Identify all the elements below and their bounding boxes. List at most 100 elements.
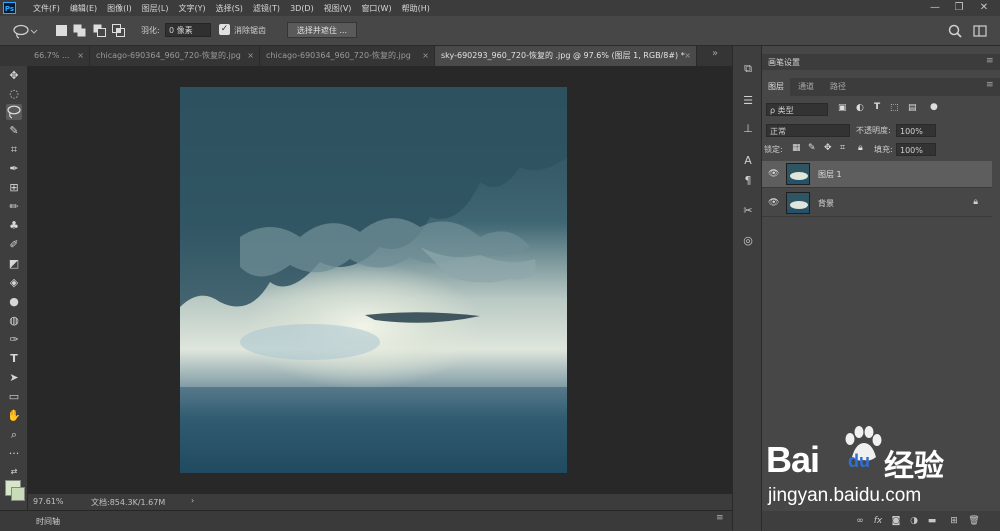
layer-row[interactable]: 👁︎ 背景 🔒︎ [762, 190, 992, 217]
type-tool-icon[interactable]: T [6, 351, 22, 367]
gradient-tool-icon[interactable]: ◈ [6, 275, 22, 291]
menu-layer[interactable]: 图层(L) [142, 3, 169, 14]
close-icon[interactable]: × [247, 46, 254, 66]
close-icon[interactable]: × [77, 46, 84, 66]
blur-tool-icon[interactable]: ● [6, 294, 22, 310]
opacity-input[interactable]: 100% [896, 124, 936, 137]
menu-view[interactable]: 视图(V) [324, 3, 352, 14]
antialias-checkbox[interactable]: ✓ [219, 24, 230, 35]
menu-image[interactable]: 图像(I) [107, 3, 132, 14]
eraser-tool-icon[interactable]: ◩ [6, 256, 22, 272]
move-tool-icon[interactable]: ✥ [6, 68, 22, 84]
filter-smart-icon[interactable]: ▤ [908, 103, 917, 113]
group-icon[interactable]: ▬ [926, 515, 938, 527]
workspace-icon[interactable] [973, 24, 987, 38]
menu-file[interactable]: 文件(F) [33, 3, 60, 14]
healing-brush-tool-icon[interactable]: ⊞ [6, 180, 22, 196]
filter-adjust-icon[interactable]: ◐ [856, 103, 864, 113]
tabs-overflow-icon[interactable]: » [712, 48, 718, 59]
clone-source-icon[interactable]: ⊥ [739, 120, 757, 138]
layer-row[interactable]: 👁︎ 图层 1 [762, 161, 992, 188]
clone-stamp-tool-icon[interactable]: ♣ [6, 218, 22, 234]
visibility-eye-icon[interactable]: 👁︎ [768, 198, 779, 208]
menu-edit[interactable]: 编辑(E) [70, 3, 97, 14]
feather-input[interactable]: 0 像素 [165, 23, 211, 37]
menu-select[interactable]: 选择(S) [216, 3, 243, 14]
close-icon[interactable]: × [684, 46, 691, 66]
close-icon[interactable]: × [422, 46, 429, 66]
fill-input[interactable]: 100% [896, 143, 936, 156]
trash-icon[interactable]: 🗑︎ [968, 515, 980, 527]
swap-colors-icon[interactable]: ⇄ [6, 464, 22, 480]
menu-filter[interactable]: 滤镜(T) [253, 3, 280, 14]
rectangle-tool-icon[interactable]: ▭ [6, 389, 22, 405]
paragraph-icon[interactable]: ¶ [739, 172, 757, 190]
hand-tool-icon[interactable]: ✋ [6, 408, 22, 424]
restore-icon[interactable]: ❐ [947, 0, 971, 16]
lock-all-icon[interactable]: 🔒︎ [858, 143, 863, 153]
adjustment-icon[interactable]: ◑ [908, 515, 920, 527]
more-tools-icon[interactable]: ··· [6, 446, 22, 462]
pen-tool-icon[interactable]: ✑ [6, 332, 22, 348]
link-icon[interactable]: ∞ [854, 515, 866, 527]
lasso-preset-icon[interactable] [12, 22, 38, 40]
brush-settings-tab[interactable]: 画笔设置 [768, 57, 800, 68]
layer-name[interactable]: 图层 1 [818, 169, 842, 180]
minimize-icon[interactable]: — [923, 0, 947, 16]
dodge-tool-icon[interactable]: ◍ [6, 313, 22, 329]
path-selection-tool-icon[interactable]: ➤ [6, 370, 22, 386]
tab-layers[interactable]: 图层 [762, 78, 790, 96]
visibility-eye-icon[interactable]: 👁︎ [768, 169, 779, 179]
tab-doc-2[interactable]: chicago-690364_960_720-恢复的.jpg × [90, 46, 260, 66]
lasso-tool-icon[interactable] [6, 104, 22, 120]
tool-presets-icon[interactable]: ✂ [739, 202, 757, 220]
lock-transparent-icon[interactable]: ▦ [792, 143, 801, 153]
new-layer-icon[interactable]: ⊞ [948, 515, 960, 527]
history-brush-tool-icon[interactable]: ✐ [6, 237, 22, 253]
zoom-level[interactable]: 97.61% [33, 497, 64, 506]
tab-doc-3[interactable]: chicago-690364_960_720-恢复的.jpg × [260, 46, 435, 66]
tab-doc-1[interactable]: 66.7% ... × [28, 46, 90, 66]
lock-position-icon[interactable]: ✥ [824, 143, 832, 153]
lock-artboard-icon[interactable]: ⌗ [840, 143, 845, 153]
character-icon[interactable]: A [739, 152, 757, 170]
new-selection-icon[interactable] [56, 25, 67, 36]
filter-pixel-icon[interactable]: ▣ [838, 103, 847, 113]
background-color-swatch[interactable] [11, 487, 25, 501]
tab-channels[interactable]: 通道 [792, 78, 820, 96]
timeline-tab[interactable]: 时间轴 [36, 516, 60, 527]
select-and-mask-button[interactable]: 选择并遮住 ... [287, 22, 357, 38]
subtract-selection-icon[interactable] [93, 24, 106, 37]
menu-help[interactable]: 帮助(H) [402, 3, 430, 14]
filter-toggle-icon[interactable]: ● [930, 102, 938, 112]
filter-kind-select[interactable]: ρ 类型 [766, 103, 828, 116]
marquee-tool-icon[interactable]: ◌ [6, 86, 22, 102]
menu-type[interactable]: 文字(Y) [178, 3, 205, 14]
lock-pixels-icon[interactable]: ✎ [808, 143, 816, 153]
libraries-icon[interactable]: ◎ [739, 232, 757, 250]
intersect-selection-icon[interactable] [112, 24, 125, 37]
add-selection-icon[interactable] [73, 24, 86, 37]
mask-icon[interactable]: ◙ [890, 515, 902, 527]
filter-shape-icon[interactable]: ⬚ [890, 103, 899, 113]
menu-3d[interactable]: 3D(D) [290, 4, 314, 13]
history-icon[interactable]: ⧉ [739, 60, 757, 78]
search-icon[interactable] [948, 24, 962, 38]
quick-select-tool-icon[interactable]: ✎ [6, 123, 22, 139]
document-image[interactable] [180, 87, 567, 473]
layer-name[interactable]: 背景 [818, 198, 834, 209]
brush-tool-icon[interactable]: ✏ [6, 199, 22, 215]
fx-icon[interactable]: fx [872, 515, 884, 527]
menu-window[interactable]: 窗口(W) [361, 3, 391, 14]
crop-tool-icon[interactable]: ⌗ [6, 142, 22, 158]
tab-paths[interactable]: 路径 [824, 78, 852, 96]
panel-menu-icon[interactable]: ≡ [986, 80, 994, 90]
filter-type-icon[interactable]: T [874, 102, 880, 112]
zoom-tool-icon[interactable]: ⌕ [6, 427, 22, 443]
close-icon[interactable]: ✕ [972, 0, 996, 16]
tab-doc-active[interactable]: sky-690293_960_720-恢复的 .jpg @ 97.6% (图层 … [435, 46, 697, 66]
panel-menu-icon[interactable]: ≡ [986, 56, 994, 66]
panel-menu-icon[interactable]: ≡ [716, 513, 724, 523]
status-arrow-icon[interactable]: › [191, 496, 194, 505]
blend-mode-select[interactable]: 正常 [766, 124, 850, 137]
